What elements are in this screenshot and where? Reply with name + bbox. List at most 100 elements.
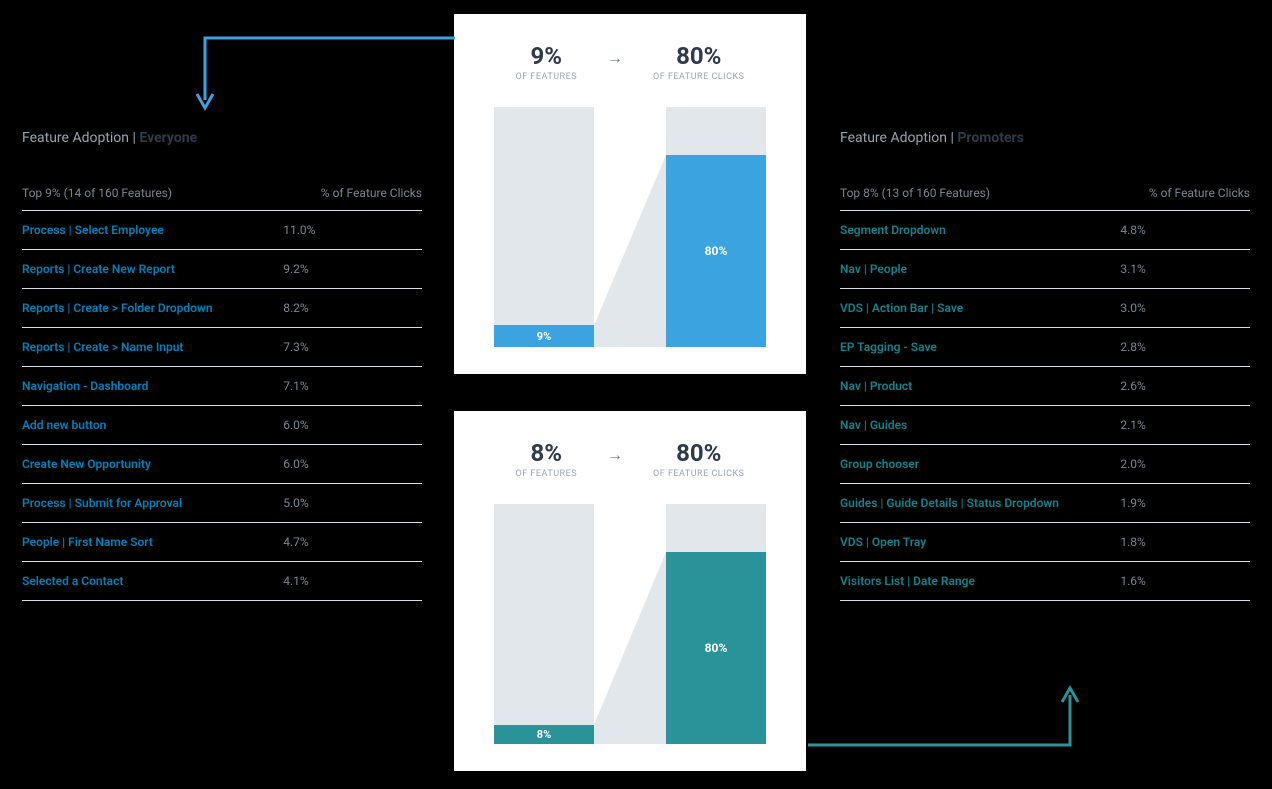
stat-value: 80% <box>653 439 744 467</box>
table-row: Navigation - Dashboard7.1% <box>22 367 422 406</box>
feature-adoption-promoters-panel: Feature Adoption | Promoters Top 8% (13 … <box>840 130 1250 601</box>
table-row: Process | Submit for Approval5.0% <box>22 484 422 523</box>
feature-pct: 4.8% <box>1120 211 1250 250</box>
feature-name[interactable]: Reports | Create > Folder Dropdown <box>22 289 283 328</box>
col-header-feature: Top 8% (13 of 160 Features) <box>840 176 1120 211</box>
feature-name[interactable]: Nav | People <box>840 250 1120 289</box>
feature-pct: 6.0% <box>283 445 422 484</box>
feature-name[interactable]: Reports | Create > Name Input <box>22 328 283 367</box>
table-row: Nav | Product2.6% <box>840 367 1250 406</box>
connector-arrow-promoters <box>800 680 1090 760</box>
bar-features: 8% <box>494 504 594 744</box>
bar-clicks: 80% <box>666 504 766 744</box>
col-header-pct: % of Feature Clicks <box>283 176 422 211</box>
feature-pct: 2.1% <box>1120 406 1250 445</box>
feature-pct: 1.6% <box>1120 562 1250 601</box>
feature-name[interactable]: Group chooser <box>840 445 1120 484</box>
connector-shape <box>594 504 666 744</box>
table-row: Group chooser2.0% <box>840 445 1250 484</box>
feature-pct: 4.1% <box>283 562 422 601</box>
table-row: Guides | Guide Details | Status Dropdown… <box>840 484 1250 523</box>
feature-table-everyone: Top 9% (14 of 160 Features) % of Feature… <box>22 176 422 601</box>
title-segment: Everyone <box>139 130 197 146</box>
bar-fill: 8% <box>494 725 594 744</box>
table-row: Reports | Create > Folder Dropdown8.2% <box>22 289 422 328</box>
table-row: Reports | Create > Name Input7.3% <box>22 328 422 367</box>
stat-value: 8% <box>516 439 578 467</box>
table-row: People | First Name Sort4.7% <box>22 523 422 562</box>
table-row: Selected a Contact4.1% <box>22 562 422 601</box>
chart-right-stat: 80% OF FEATURE CLICKS <box>653 439 744 479</box>
bar-fill: 80% <box>666 155 766 347</box>
table-row: Nav | Guides2.1% <box>840 406 1250 445</box>
chart-right-stat: 80% OF FEATURE CLICKS <box>653 42 744 82</box>
feature-pct: 2.8% <box>1120 328 1250 367</box>
feature-pct: 11.0% <box>283 211 422 250</box>
feature-pct: 1.9% <box>1120 484 1250 523</box>
bar-label: 8% <box>537 728 551 741</box>
feature-pct: 9.2% <box>283 250 422 289</box>
feature-name[interactable]: People | First Name Sort <box>22 523 283 562</box>
chart-card-promoters: 8% OF FEATURES → 80% OF FEATURE CLICKS 8… <box>454 411 806 771</box>
feature-pct: 8.2% <box>283 289 422 328</box>
bar-clicks: 80% <box>666 107 766 347</box>
chart-bars: 9% 80% <box>484 92 776 347</box>
title-segment: Promoters <box>957 130 1024 146</box>
feature-name[interactable]: Process | Select Employee <box>22 211 283 250</box>
feature-pct: 3.0% <box>1120 289 1250 328</box>
stat-label: OF FEATURE CLICKS <box>653 72 744 82</box>
feature-name[interactable]: Segment Dropdown <box>840 211 1120 250</box>
title-prefix: Feature Adoption | <box>22 130 139 146</box>
table-row: EP Tagging - Save2.8% <box>840 328 1250 367</box>
bar-label: 9% <box>537 330 551 343</box>
table-row: Visitors List | Date Range1.6% <box>840 562 1250 601</box>
stat-value: 9% <box>516 42 578 70</box>
feature-pct: 7.3% <box>283 328 422 367</box>
arrow-right-icon: → <box>607 445 623 465</box>
connector-shape <box>594 107 666 347</box>
feature-name[interactable]: Reports | Create New Report <box>22 250 283 289</box>
bar-label: 80% <box>705 641 728 655</box>
feature-name[interactable]: Add new button <box>22 406 283 445</box>
connector-arrow-everyone <box>190 28 460 118</box>
feature-name[interactable]: Nav | Product <box>840 367 1120 406</box>
panel-title: Feature Adoption | Everyone <box>22 130 422 146</box>
feature-name[interactable]: Create New Opportunity <box>22 445 283 484</box>
feature-name[interactable]: EP Tagging - Save <box>840 328 1120 367</box>
feature-name[interactable]: Selected a Contact <box>22 562 283 601</box>
table-row: Reports | Create New Report9.2% <box>22 250 422 289</box>
table-row: Process | Select Employee11.0% <box>22 211 422 250</box>
feature-name[interactable]: Navigation - Dashboard <box>22 367 283 406</box>
stat-label: OF FEATURE CLICKS <box>653 469 744 479</box>
panel-title: Feature Adoption | Promoters <box>840 130 1250 146</box>
feature-table-promoters: Top 8% (13 of 160 Features) % of Feature… <box>840 176 1250 601</box>
feature-pct: 6.0% <box>283 406 422 445</box>
feature-name[interactable]: VDS | Open Tray <box>840 523 1120 562</box>
feature-pct: 2.6% <box>1120 367 1250 406</box>
bar-fill: 9% <box>494 325 594 347</box>
table-row: Add new button6.0% <box>22 406 422 445</box>
feature-pct: 4.7% <box>283 523 422 562</box>
chart-left-stat: 9% OF FEATURES <box>516 42 578 82</box>
bar-label: 80% <box>705 244 728 258</box>
col-header-feature: Top 9% (14 of 160 Features) <box>22 176 283 211</box>
feature-pct: 7.1% <box>283 367 422 406</box>
feature-pct: 5.0% <box>283 484 422 523</box>
chart-left-stat: 8% OF FEATURES <box>516 439 578 479</box>
stat-label: OF FEATURES <box>516 72 578 82</box>
table-row: VDS | Action Bar | Save3.0% <box>840 289 1250 328</box>
feature-pct: 3.1% <box>1120 250 1250 289</box>
feature-pct: 1.8% <box>1120 523 1250 562</box>
table-row: VDS | Open Tray1.8% <box>840 523 1250 562</box>
table-row: Create New Opportunity6.0% <box>22 445 422 484</box>
feature-name[interactable]: Process | Submit for Approval <box>22 484 283 523</box>
chart-card-everyone: 9% OF FEATURES → 80% OF FEATURE CLICKS 9… <box>454 14 806 374</box>
table-row: Nav | People3.1% <box>840 250 1250 289</box>
stat-label: OF FEATURES <box>516 469 578 479</box>
feature-name[interactable]: VDS | Action Bar | Save <box>840 289 1120 328</box>
stat-value: 80% <box>653 42 744 70</box>
feature-name[interactable]: Visitors List | Date Range <box>840 562 1120 601</box>
bar-fill: 80% <box>666 552 766 744</box>
feature-name[interactable]: Guides | Guide Details | Status Dropdown <box>840 484 1120 523</box>
feature-name[interactable]: Nav | Guides <box>840 406 1120 445</box>
